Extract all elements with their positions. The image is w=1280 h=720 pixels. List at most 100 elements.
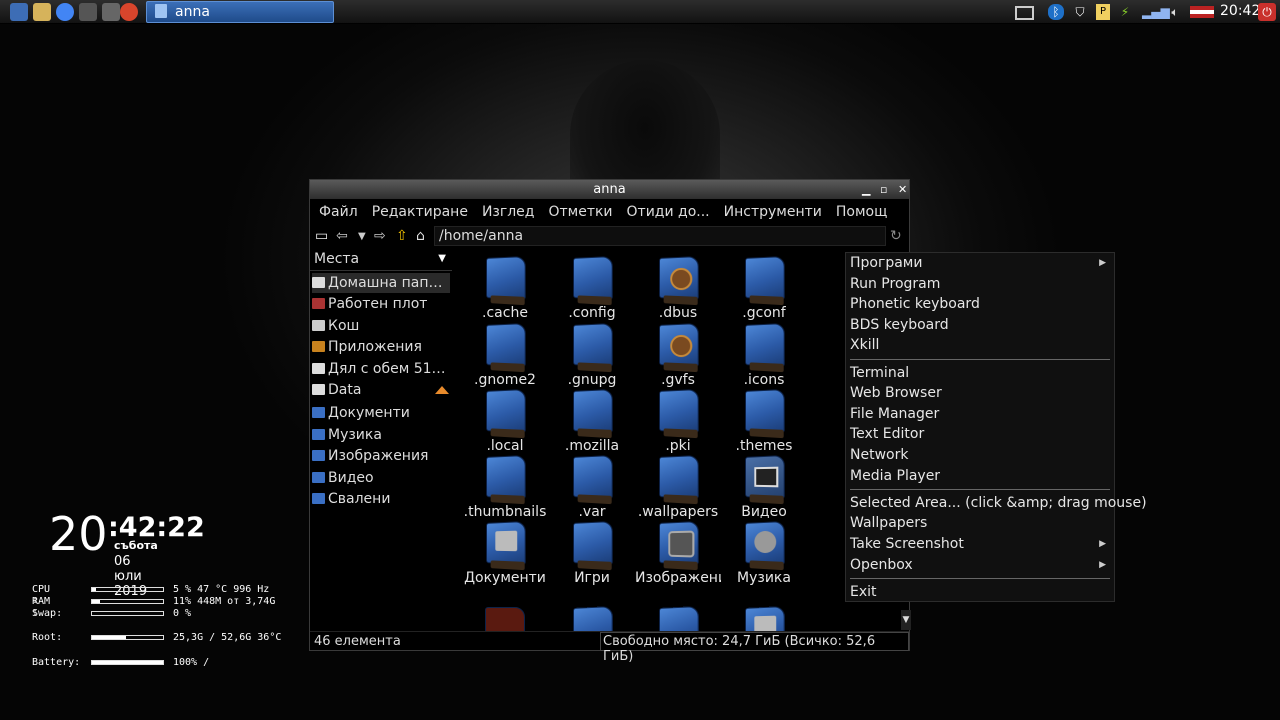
menu-tools[interactable]: Инструменти: [724, 204, 822, 220]
chrome-icon[interactable]: [56, 3, 74, 21]
place-music[interactable]: Музика: [312, 425, 382, 445]
file-item[interactable]: .wallpapers: [635, 454, 721, 520]
files-icon[interactable]: [33, 3, 51, 21]
file-item[interactable]: .gconf: [721, 255, 807, 321]
trash-icon: [312, 320, 325, 331]
file-grid: .cache .config .dbus .gconf .gnome2 .gnu…: [456, 249, 908, 631]
menu-item-wallpapers[interactable]: Wallpapers: [850, 513, 927, 533]
menu-view[interactable]: Изглед: [482, 204, 535, 220]
menu-item-terminal[interactable]: Terminal: [850, 363, 909, 383]
place-home[interactable]: Домашна пап…: [312, 273, 450, 293]
minimize-icon[interactable]: ▁: [862, 180, 870, 199]
location-input[interactable]: /home/anna: [434, 226, 886, 246]
menu-bookmarks[interactable]: Отметки: [548, 204, 612, 220]
place-label: Видео: [328, 470, 374, 486]
file-item[interactable]: .mozilla: [549, 388, 635, 454]
file-item[interactable]: .pki: [635, 388, 721, 454]
file-item[interactable]: .gvfs: [635, 322, 721, 388]
file-item[interactable]: [462, 607, 548, 631]
home-icon[interactable]: ⌂: [416, 228, 425, 244]
file-item[interactable]: .dbus: [635, 255, 721, 321]
back-icon[interactable]: ⇦: [336, 228, 348, 244]
shield-icon[interactable]: ⛉: [1072, 4, 1088, 20]
file-item[interactable]: .local: [462, 388, 548, 454]
file-item[interactable]: Видео: [721, 454, 807, 520]
menu-item-media-player[interactable]: Media Player: [850, 466, 940, 486]
menu-item-phonetic-keyboard[interactable]: Phonetic keyboard: [850, 294, 980, 314]
window-list-icon[interactable]: [1015, 6, 1034, 20]
file-item[interactable]: .icons: [721, 322, 807, 388]
place-applications[interactable]: Приложения: [312, 337, 422, 357]
panel-clock[interactable]: 20:42: [1220, 3, 1260, 19]
menu-item-exit[interactable]: Exit: [850, 582, 877, 602]
menu-item-xkill[interactable]: Xkill: [850, 335, 879, 355]
folder-icon: [659, 454, 699, 500]
menu-item-file-manager[interactable]: File Manager: [850, 404, 939, 424]
place-desktop[interactable]: Работен плот: [312, 294, 427, 314]
menu-item-selected-area[interactable]: Selected Area... (click &amp; drag mouse…: [850, 493, 1147, 513]
file-item[interactable]: .themes: [721, 388, 807, 454]
menu-item-bds-keyboard[interactable]: BDS keyboard: [850, 315, 949, 335]
firefox-icon[interactable]: [120, 3, 138, 21]
file-manager-icon[interactable]: [10, 3, 28, 21]
scroll-down-icon[interactable]: ▼: [901, 610, 911, 630]
history-dropdown-icon[interactable]: ▼: [358, 231, 366, 242]
folder-icon: [486, 322, 526, 368]
file-item[interactable]: [549, 605, 635, 631]
place-volume[interactable]: Дял с обем 51…: [312, 359, 446, 379]
music-folder-icon: [745, 520, 785, 566]
bluetooth-icon[interactable]: ᛒ: [1048, 4, 1064, 20]
place-downloads[interactable]: Свалени: [312, 489, 390, 509]
menu-item-text-editor[interactable]: Text Editor: [850, 424, 924, 444]
menu-item-take-screenshot[interactable]: Take Screenshot ▶: [850, 534, 1112, 554]
file-item[interactable]: .config: [549, 255, 635, 321]
place-data[interactable]: Data: [312, 380, 361, 400]
chevron-right-icon: ▶: [1099, 258, 1106, 268]
file-item[interactable]: .gnupg: [549, 322, 635, 388]
terminal-icon[interactable]: [79, 3, 97, 21]
menu-help[interactable]: Помощ: [836, 204, 887, 220]
new-folder-icon[interactable]: ▭: [315, 228, 328, 244]
maximize-icon[interactable]: ▫: [880, 180, 887, 199]
eject-icon[interactable]: [435, 386, 449, 394]
file-item[interactable]: Изображения: [635, 520, 721, 586]
menu-edit[interactable]: Редактиране: [372, 204, 468, 220]
menu-item-openbox[interactable]: Openbox ▶: [850, 555, 1112, 575]
place-pictures[interactable]: Изображения: [312, 446, 428, 466]
menu-item-network[interactable]: Network: [850, 445, 908, 465]
file-item[interactable]: Документи: [462, 520, 548, 586]
reload-icon[interactable]: ↻: [890, 228, 902, 244]
file-item[interactable]: [635, 605, 721, 631]
media-icon[interactable]: [102, 3, 120, 21]
taskbar-button-anna[interactable]: anna: [146, 1, 334, 23]
menu-go[interactable]: Отиди до...: [627, 204, 710, 220]
close-icon[interactable]: ✕: [898, 180, 907, 199]
network-signal-icon[interactable]: ▂▄▆: [1142, 4, 1170, 20]
menu-item-run-program[interactable]: Run Program: [850, 274, 940, 294]
file-item[interactable]: .thumbnails: [462, 454, 548, 520]
file-item[interactable]: Музика: [721, 520, 807, 586]
places-header[interactable]: Места ▼: [310, 249, 452, 271]
place-documents[interactable]: Документи: [312, 403, 410, 423]
place-videos[interactable]: Видео: [312, 468, 374, 488]
place-trash[interactable]: Кош: [312, 316, 359, 336]
power-icon[interactable]: ⏻: [1258, 3, 1276, 21]
places-header-label: Места: [314, 251, 360, 267]
file-item[interactable]: .gnome2: [462, 322, 548, 388]
place-label: Музика: [328, 427, 382, 443]
battery-charging-icon[interactable]: ⚡: [1117, 4, 1133, 20]
menu-item-programs[interactable]: Програми ▶: [850, 253, 1112, 273]
file-item[interactable]: [721, 605, 807, 631]
file-item[interactable]: Игри: [549, 520, 635, 586]
clipboard-icon[interactable]: P: [1096, 4, 1110, 20]
menu-file[interactable]: Файл: [319, 204, 358, 220]
file-item[interactable]: .cache: [462, 255, 548, 321]
volume-icon[interactable]: 🔈︎: [1166, 4, 1184, 20]
file-item[interactable]: .var: [549, 454, 635, 520]
forward-icon[interactable]: ⇨: [374, 228, 386, 244]
keyboard-flag-icon[interactable]: [1190, 6, 1214, 18]
up-icon[interactable]: ⇧: [396, 228, 408, 244]
file-name: .gconf: [742, 305, 786, 321]
menu-item-web-browser[interactable]: Web Browser: [850, 383, 942, 403]
window-titlebar[interactable]: anna ▁ ▫ ✕: [310, 180, 909, 199]
